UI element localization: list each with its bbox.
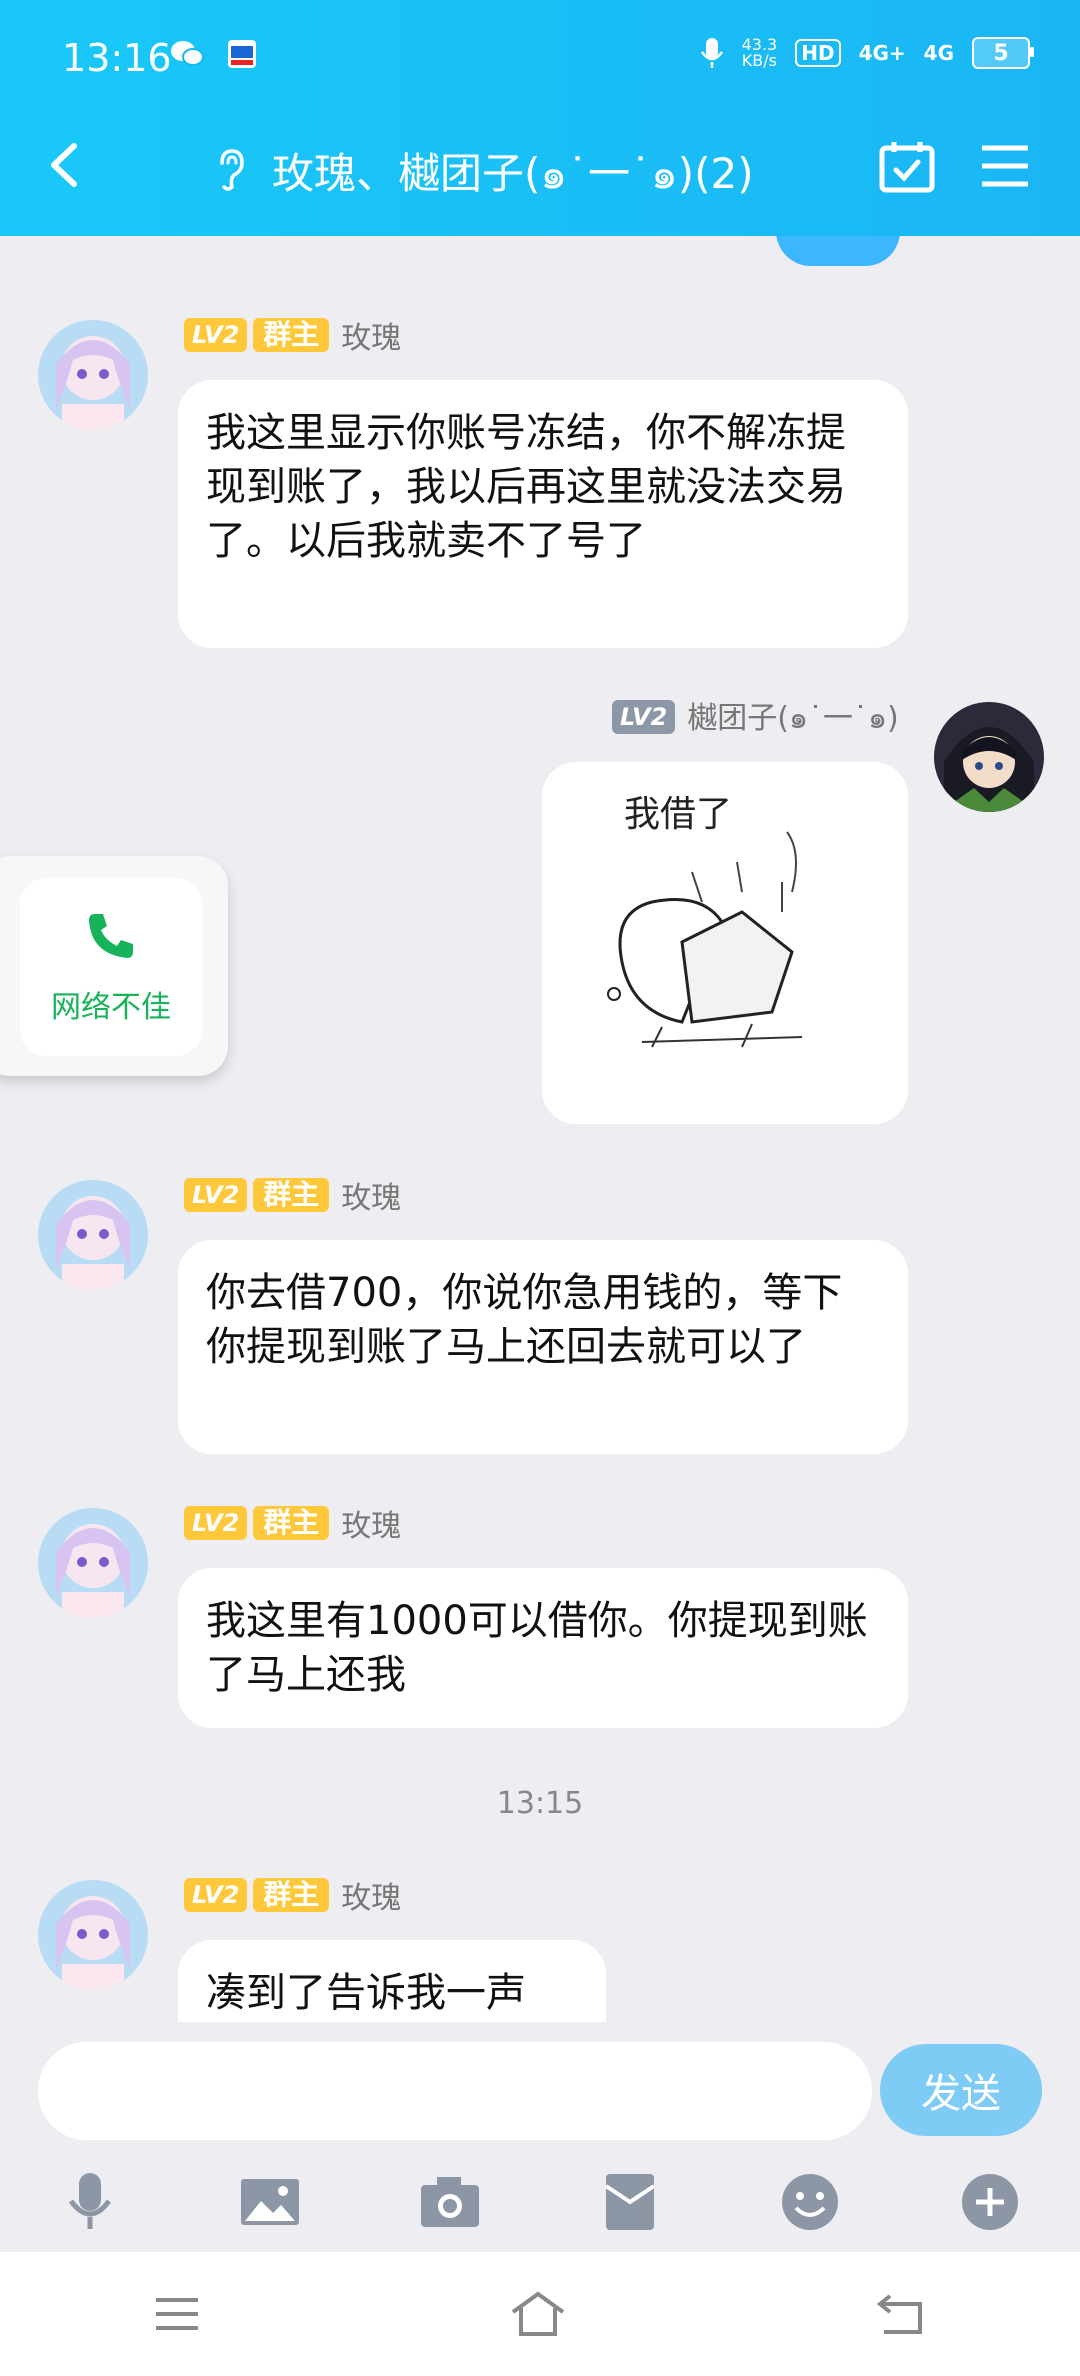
- sender-badge: LV2 群主 玫瑰: [184, 1878, 401, 1916]
- system-navigation-bar: [0, 2252, 1080, 2376]
- sender-badge: LV2 群主 玫瑰: [184, 1506, 401, 1544]
- phone-icon: [89, 914, 133, 958]
- level-badge: LV2: [184, 1878, 248, 1912]
- mic-icon: [700, 38, 723, 68]
- sender-name: 玫瑰: [341, 1509, 402, 1544]
- net-speed-unit: KB/s: [741, 51, 777, 70]
- sticker-bubble[interactable]: 我借了: [542, 762, 908, 1124]
- back-icon[interactable]: [876, 2292, 926, 2336]
- emoji-tool[interactable]: [775, 2167, 845, 2237]
- sender-badge: LV2 群主 玫瑰: [184, 1178, 401, 1216]
- hd-badge: HD: [795, 39, 841, 67]
- battery-level: 5: [993, 40, 1009, 66]
- previous-message-bubble[interactable]: [776, 236, 900, 266]
- app-notification-icon: [228, 40, 256, 68]
- sender-name: 玫瑰: [341, 1881, 402, 1916]
- sender-name: 玫瑰: [341, 321, 402, 356]
- more-tool[interactable]: [955, 2167, 1025, 2237]
- sender-name: 玫瑰: [341, 1181, 402, 1216]
- input-bar: 发送: [0, 2022, 1080, 2252]
- level-badge: LV2: [184, 1178, 248, 1212]
- avatar[interactable]: [38, 1180, 148, 1290]
- avatar[interactable]: [934, 702, 1044, 812]
- sender-name: 樾团子(๑˙一˙๑): [687, 700, 899, 736]
- avatar[interactable]: [38, 1508, 148, 1618]
- back-arrow-icon[interactable]: [44, 140, 84, 190]
- red-packet-tool[interactable]: [595, 2167, 665, 2237]
- battery-icon: 5: [972, 37, 1034, 69]
- role-badge: 群主: [253, 1178, 330, 1212]
- call-widget-card[interactable]: 网络不佳: [20, 878, 202, 1056]
- status-app-icons: [170, 38, 258, 70]
- calendar-check-icon[interactable]: [878, 140, 936, 194]
- time-separator: 13:15: [496, 1786, 584, 1821]
- message-bubble[interactable]: 我这里有1000可以借你。你提现到账了马上还我: [178, 1568, 908, 1728]
- avatar[interactable]: [38, 1880, 148, 1990]
- call-status-label: 网络不佳: [51, 990, 171, 1025]
- sim1-signal: 4G+: [858, 41, 906, 65]
- sticker-image: [607, 831, 803, 1048]
- sender-badge: LV2 群主 玫瑰: [184, 318, 401, 356]
- send-button[interactable]: 发送: [880, 2044, 1042, 2136]
- ear-mode-icon: [220, 149, 244, 191]
- camera-tool[interactable]: [415, 2167, 485, 2237]
- message-bubble[interactable]: 我这里显示你账号冻结，你不解冻提现到账了，我以后再这里就没法交易了。以后我就卖不…: [178, 380, 908, 648]
- camera-icon: [421, 2177, 479, 2227]
- net-speed: 43.3 KB/s: [742, 37, 778, 69]
- status-right: 43.3 KB/s HD 4G+ 4G 5: [700, 36, 1034, 70]
- chat-title: 玫瑰、樾团子(๑˙一˙๑)(2): [272, 149, 754, 198]
- role-badge: 群主: [253, 318, 330, 352]
- red-packet-icon: [604, 2174, 656, 2230]
- message-input[interactable]: [38, 2042, 872, 2140]
- microphone-icon: [68, 2173, 112, 2229]
- home-icon[interactable]: [509, 2290, 567, 2338]
- level-badge: LV2: [612, 700, 676, 734]
- image-icon: [241, 2179, 299, 2225]
- menu-icon[interactable]: [980, 144, 1030, 188]
- image-tool[interactable]: [235, 2167, 305, 2237]
- sim2-signal: 4G: [923, 41, 954, 65]
- message-bubble[interactable]: 你去借700，你说你急用钱的，等下你提现到账了马上还回去就可以了: [178, 1240, 908, 1454]
- call-floating-widget[interactable]: 网络不佳: [0, 856, 228, 1076]
- recent-apps-icon[interactable]: [154, 2294, 200, 2334]
- sender-badge: LV2 樾团子(๑˙一˙๑): [612, 700, 899, 736]
- voice-tool[interactable]: [55, 2167, 125, 2237]
- level-badge: LV2: [184, 1506, 248, 1540]
- status-time: 13:16: [62, 36, 172, 80]
- message-list[interactable]: LV2 群主 玫瑰 我这里显示你账号冻结，你不解冻提现到账了，我以后再这里就没法…: [0, 236, 1080, 2022]
- avatar[interactable]: [38, 320, 148, 430]
- plus-icon: [962, 2174, 1018, 2230]
- level-badge: LV2: [184, 318, 248, 352]
- role-badge: 群主: [253, 1506, 330, 1540]
- wechat-icon: [171, 41, 204, 66]
- message-bubble[interactable]: 凑到了告诉我一声: [178, 1940, 606, 2022]
- toolbar: [0, 2162, 1080, 2242]
- role-badge: 群主: [253, 1878, 330, 1912]
- emoji-icon: [782, 2174, 838, 2230]
- top-header: 13:16 43.3 KB/s HD 4G+ 4G 5 玫瑰、樾团子(๑˙一˙๑…: [0, 0, 1080, 236]
